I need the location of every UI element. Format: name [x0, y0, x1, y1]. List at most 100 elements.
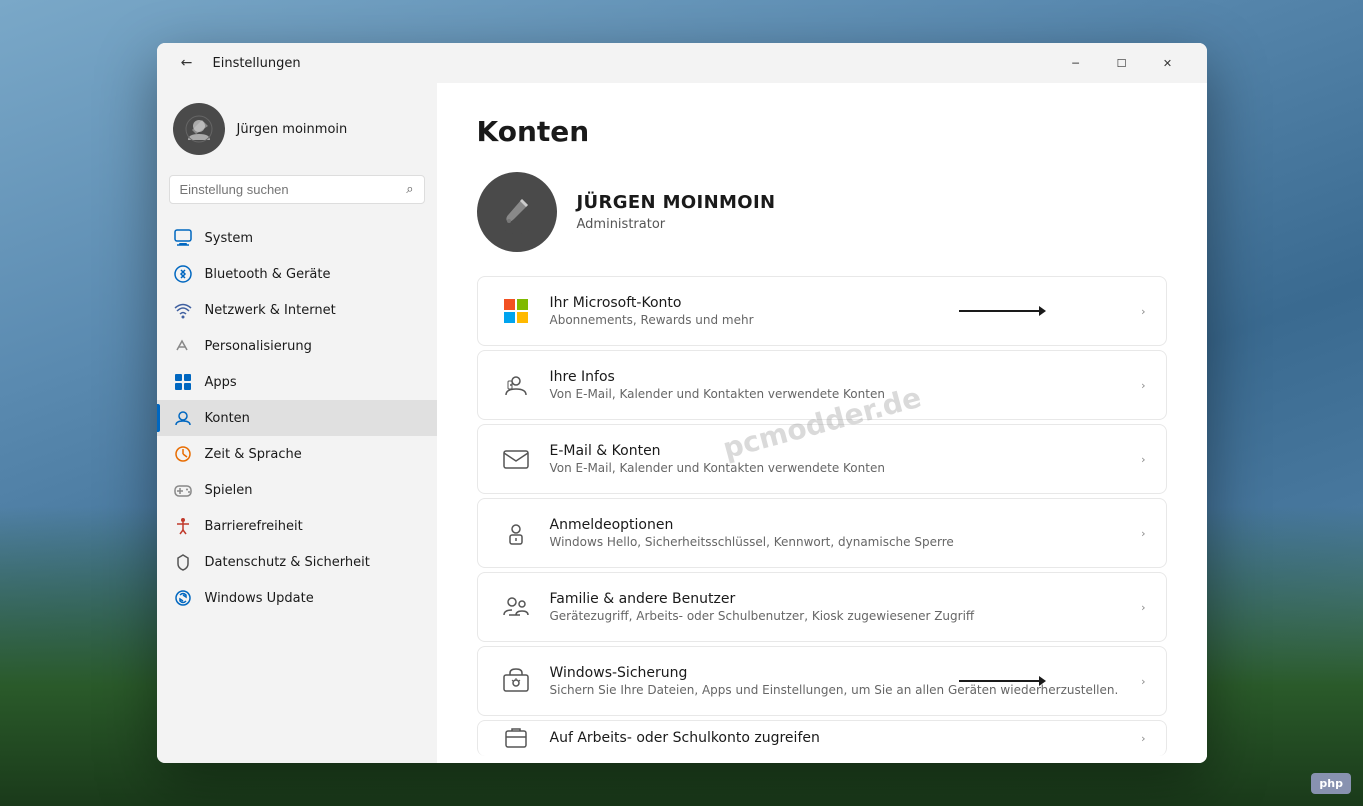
chevron-right-icon-3: › [1141, 453, 1145, 466]
sidebar-label-accounts: Konten [205, 411, 250, 426]
close-button[interactable]: ✕ [1145, 47, 1191, 79]
profile-avatar [477, 172, 557, 252]
sidebar-item-personalization[interactable]: Personalisierung [157, 328, 437, 364]
sidebar-item-time[interactable]: Zeit & Sprache [157, 436, 437, 472]
profile-role: Administrator [577, 217, 776, 232]
profile-info: JÜRGEN MOINMOIN Administrator [577, 192, 776, 232]
arrow-annotation [959, 306, 1046, 316]
sidebar-item-update[interactable]: Windows Update [157, 580, 437, 616]
menu-item-family[interactable]: Familie & andere Benutzer Gerätezugriff,… [477, 572, 1167, 642]
email-text: E-Mail & Konten Von E-Mail, Kalender und… [550, 443, 1142, 475]
sidebar-label-network: Netzwerk & Internet [205, 303, 336, 318]
sidebar-item-privacy[interactable]: Datenschutz & Sicherheit [157, 544, 437, 580]
family-title: Familie & andere Benutzer [550, 591, 1142, 607]
arrow-head [1039, 306, 1046, 316]
signin-text: Anmeldeoptionen Windows Hello, Sicherhei… [550, 517, 1142, 549]
signin-subtitle: Windows Hello, Sicherheitsschlüssel, Ken… [550, 535, 1142, 549]
chevron-right-icon-6: › [1141, 675, 1145, 688]
menu-item-signin[interactable]: Anmeldeoptionen Windows Hello, Sicherhei… [477, 498, 1167, 568]
sidebar-label-time: Zeit & Sprache [205, 447, 302, 462]
accounts-icon [173, 408, 193, 428]
family-subtitle: Gerätezugriff, Arbeits- oder Schulbenutz… [550, 609, 1142, 623]
search-icon: ⌕ [406, 182, 413, 197]
sidebar-item-network[interactable]: Netzwerk & Internet [157, 292, 437, 328]
user-avatar [173, 103, 225, 155]
profile-name: JÜRGEN MOINMOIN [577, 192, 776, 213]
sidebar-label-gaming: Spielen [205, 483, 253, 498]
chevron-right-icon: › [1141, 305, 1145, 318]
gaming-icon [173, 480, 193, 500]
settings-window: ← Einstellungen ─ ☐ ✕ [157, 43, 1207, 763]
email-title: E-Mail & Konten [550, 443, 1142, 459]
minimize-button[interactable]: ─ [1053, 47, 1099, 79]
email-icon [498, 441, 534, 477]
work-school-icon [498, 721, 534, 757]
accessibility-icon [173, 516, 193, 536]
php-badge: php [1311, 773, 1351, 794]
family-icon [498, 589, 534, 625]
microsoft-account-subtitle: Abonnements, Rewards und mehr [550, 313, 1134, 327]
sidebar-label-update: Windows Update [205, 591, 314, 606]
sidebar-label-apps: Apps [205, 375, 237, 390]
main-layout: Jürgen moinmoin ⌕ System [157, 83, 1207, 763]
personalization-icon [173, 336, 193, 356]
menu-item-microsoft-account[interactable]: Ihr Microsoft-Konto Abonnements, Rewards… [477, 276, 1167, 346]
family-text: Familie & andere Benutzer Gerätezugriff,… [550, 591, 1142, 623]
sidebar-item-accessibility[interactable]: Barrierefreiheit [157, 508, 437, 544]
update-icon [173, 588, 193, 608]
search-box[interactable]: ⌕ [169, 175, 425, 204]
menu-item-email[interactable]: E-Mail & Konten Von E-Mail, Kalender und… [477, 424, 1167, 494]
network-icon [173, 300, 193, 320]
backup-subtitle: Sichern Sie Ihre Dateien, Apps und Einst… [550, 683, 1134, 697]
user-section: Jürgen moinmoin [157, 91, 437, 175]
sidebar-label-system: System [205, 231, 253, 246]
apps-icon [173, 372, 193, 392]
backup-text: Windows-Sicherung Sichern Sie Ihre Datei… [550, 665, 1134, 697]
sidebar-item-accounts[interactable]: Konten [157, 400, 437, 436]
titlebar-left: ← Einstellungen [173, 49, 301, 77]
sidebar-label-personalization: Personalisierung [205, 339, 312, 354]
chevron-right-icon-2: › [1141, 379, 1145, 392]
menu-item-work-school[interactable]: Auf Arbeits- oder Schulkonto zugreifen › [477, 720, 1167, 756]
user-name: Jürgen moinmoin [237, 122, 348, 137]
maximize-button[interactable]: ☐ [1099, 47, 1145, 79]
your-info-subtitle: Von E-Mail, Kalender und Kontakten verwe… [550, 387, 1142, 401]
window-title: Einstellungen [213, 56, 301, 71]
sidebar-item-apps[interactable]: Apps [157, 364, 437, 400]
menu-item-your-info[interactable]: Ihre Infos Von E-Mail, Kalender und Kont… [477, 350, 1167, 420]
sidebar-label-privacy: Datenschutz & Sicherheit [205, 555, 370, 570]
titlebar: ← Einstellungen ─ ☐ ✕ [157, 43, 1207, 83]
sidebar-item-bluetooth[interactable]: Bluetooth & Geräte [157, 256, 437, 292]
search-input[interactable] [180, 182, 399, 197]
arrow-line [959, 310, 1039, 312]
profile-card: JÜRGEN MOINMOIN Administrator [477, 172, 1167, 252]
menu-item-backup[interactable]: Windows-Sicherung Sichern Sie Ihre Datei… [477, 646, 1167, 716]
arrow-annotation-2 [959, 676, 1046, 686]
chevron-right-icon-4: › [1141, 527, 1145, 540]
time-icon [173, 444, 193, 464]
your-info-icon [498, 367, 534, 403]
your-info-text: Ihre Infos Von E-Mail, Kalender und Kont… [550, 369, 1142, 401]
backup-title: Windows-Sicherung [550, 665, 1134, 681]
chevron-right-icon-7: › [1141, 732, 1145, 745]
work-school-title: Auf Arbeits- oder Schulkonto zugreifen [550, 730, 1142, 746]
bluetooth-icon [173, 264, 193, 284]
backup-icon [498, 663, 534, 699]
sidebar-label-bluetooth: Bluetooth & Geräte [205, 267, 331, 282]
sidebar: Jürgen moinmoin ⌕ System [157, 83, 437, 763]
signin-icon [498, 515, 534, 551]
privacy-icon [173, 552, 193, 572]
microsoft-account-text: Ihr Microsoft-Konto Abonnements, Rewards… [550, 295, 1134, 327]
sidebar-label-accessibility: Barrierefreiheit [205, 519, 303, 534]
sidebar-item-system[interactable]: System [157, 220, 437, 256]
sidebar-item-gaming[interactable]: Spielen [157, 472, 437, 508]
back-button[interactable]: ← [173, 49, 201, 77]
chevron-right-icon-5: › [1141, 601, 1145, 614]
page-title: Konten [477, 115, 1167, 148]
window-controls: ─ ☐ ✕ [1053, 47, 1191, 79]
arrow-line-2 [959, 680, 1039, 682]
email-subtitle: Von E-Mail, Kalender und Kontakten verwe… [550, 461, 1142, 475]
work-school-text: Auf Arbeits- oder Schulkonto zugreifen [550, 730, 1142, 748]
your-info-title: Ihre Infos [550, 369, 1142, 385]
microsoft-account-icon [498, 293, 534, 329]
